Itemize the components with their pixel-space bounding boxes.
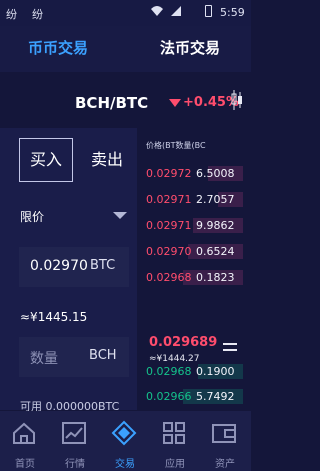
nav-label: 资产 — [215, 459, 235, 470]
order-qty: 0.6524 — [196, 245, 235, 258]
order-price: 0.02966 — [146, 390, 192, 403]
nav-label: 交易 — [115, 459, 135, 470]
wifi-icon — [151, 6, 163, 16]
order-type-label[interactable]: 限价 — [20, 208, 44, 225]
status-time: 5:59 — [220, 6, 245, 19]
order-qty: 0.1823 — [196, 271, 235, 284]
order-price: 0.02968 — [146, 365, 192, 378]
status-signal-label: 纷 — [6, 8, 17, 21]
order-qty: 6.5008 — [196, 167, 235, 180]
order-price: 0.02970 — [146, 245, 192, 258]
price-unit: BTC — [90, 258, 116, 273]
quantity-input[interactable]: 数量 BCH — [19, 337, 129, 377]
price-value: 0.02970 — [30, 258, 88, 274]
order-price: 0.02971 — [146, 193, 192, 206]
buy-button[interactable]: 买入 — [19, 138, 73, 182]
sell-button[interactable]: 卖出 — [85, 138, 129, 182]
quantity-placeholder: 数量 — [30, 351, 58, 367]
order-qty: 2.7057 — [196, 193, 235, 206]
signal-icon — [171, 6, 181, 16]
ask-row[interactable]: 0.02971 9.9862 — [143, 216, 243, 234]
nav-label: 首页 — [15, 459, 35, 470]
pair-dropdown-icon[interactable] — [169, 99, 181, 107]
battery-icon — [205, 5, 212, 17]
ask-row[interactable]: 0.02972 6.5008 — [143, 164, 243, 182]
tab-fiat[interactable]: 法币交易 — [160, 37, 220, 58]
ask-row[interactable]: 0.02968 0.1823 — [143, 268, 243, 286]
order-price: 0.02971 — [146, 219, 192, 232]
order-qty: 5.7492 — [196, 390, 235, 403]
ask-row[interactable]: 0.02970 0.6524 — [143, 242, 243, 260]
order-qty: 0.1900 — [196, 365, 235, 378]
grid-icon — [160, 419, 188, 447]
bid-row[interactable]: 0.02968 0.1900 — [143, 362, 243, 380]
candlestick-icon[interactable] — [230, 88, 244, 112]
quantity-unit: BCH — [89, 348, 117, 363]
chevron-down-icon[interactable] — [113, 212, 127, 219]
depth-toggle-icon[interactable] — [223, 343, 237, 345]
nav-item-wallet[interactable]: 资产 — [200, 411, 250, 471]
tab-spot[interactable]: 币币交易 — [28, 37, 88, 58]
wallet-icon — [210, 419, 238, 447]
orderbook-header: 价格(BT数量(BC — [146, 141, 206, 150]
home-icon — [10, 419, 38, 447]
price-input[interactable]: 0.02970 BTC — [19, 247, 129, 287]
order-qty: 9.9862 — [196, 219, 235, 232]
pair-symbol[interactable]: BCH/BTC — [75, 94, 148, 112]
status-signal-label-2: 纷 — [32, 8, 43, 21]
nav-item-grid[interactable]: 应用 — [150, 411, 200, 471]
chart-icon — [60, 419, 88, 447]
approx-cny: ≈¥1445.15 — [20, 310, 88, 324]
nav-item-chart[interactable]: 行情 — [50, 411, 100, 471]
mid-price: 0.029689 — [149, 335, 218, 350]
exchange-icon — [110, 419, 138, 447]
nav-label: 应用 — [165, 459, 185, 470]
nav-label: 行情 — [65, 459, 85, 470]
bid-row[interactable]: 0.02966 5.7492 — [143, 387, 243, 405]
nav-item-exchange[interactable]: 交易 — [100, 411, 150, 471]
nav-item-home[interactable]: 首页 — [0, 411, 50, 471]
order-price: 0.02972 — [146, 167, 192, 180]
ask-row[interactable]: 0.02971 2.7057 — [143, 190, 243, 208]
order-price: 0.02968 — [146, 271, 192, 284]
